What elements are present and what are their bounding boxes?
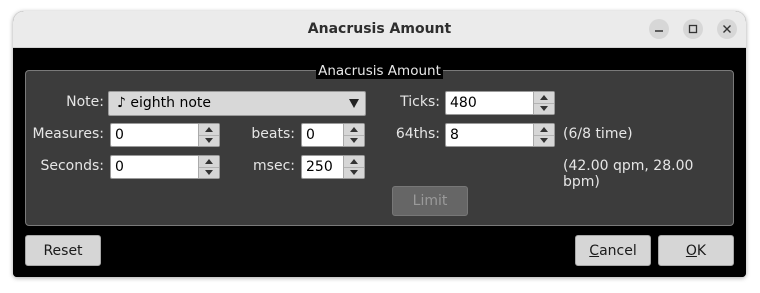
ticks-value: 480 [450,95,477,111]
group-legend-wrap: Anacrusis Amount [26,61,733,80]
spin-down-icon[interactable] [534,103,554,114]
time-signature-info: (6/8 time) [563,126,633,142]
note-value: ♪ eighth note [117,95,212,111]
msec-spinbox[interactable]: 250 [301,155,365,179]
minimize-icon [655,30,663,32]
group-legend: Anacrusis Amount [316,63,443,79]
beats-value: 0 [306,127,315,143]
beats-spin-buttons[interactable] [343,124,364,146]
window-title: Anacrusis Amount [307,21,452,37]
title-bar: Anacrusis Amount [13,11,746,48]
note-label: Note: [66,94,104,110]
beats-label: beats: [251,126,295,142]
dialog-window: Anacrusis Amount Anacrusis Amount Note: … [13,11,746,277]
close-icon [723,25,731,33]
measures-value: 0 [115,127,124,143]
spin-down-icon[interactable] [534,135,554,146]
dropdown-arrow-icon [349,99,359,108]
cancel-mnemonic: C [589,242,600,259]
spin-down-icon[interactable] [199,167,219,178]
dialog-body: Anacrusis Amount Note: ♪ eighth note Tic… [13,48,746,277]
limit-button[interactable]: Limit [392,186,468,216]
sixtyfourths-label: 64ths: [395,126,440,142]
anacrusis-group: Anacrusis Amount Note: ♪ eighth note Tic… [25,63,734,226]
cancel-button[interactable]: Cancel [575,235,651,266]
sixtyfourths-spin-buttons[interactable] [533,124,554,146]
ticks-label: Ticks: [400,94,440,110]
seconds-spin-buttons[interactable] [198,156,219,178]
measures-spin-buttons[interactable] [198,124,219,146]
measures-spinbox[interactable]: 0 [110,123,220,147]
ok-label-rest: K [696,242,707,259]
maximize-button[interactable] [683,19,703,39]
seconds-value: 0 [115,159,124,175]
measures-label: Measures: [32,126,104,142]
spin-down-icon[interactable] [199,135,219,146]
minimize-button[interactable] [649,19,669,39]
maximize-icon [688,24,698,34]
msec-label: msec: [253,158,295,174]
ticks-spinbox[interactable]: 480 [445,91,555,115]
sixtyfourths-spinbox[interactable]: 8 [445,123,555,147]
ticks-spin-buttons[interactable] [533,92,554,114]
sixtyfourths-value: 8 [450,127,459,143]
reset-button[interactable]: Reset [25,235,101,266]
spin-down-icon[interactable] [344,167,364,178]
spin-down-icon[interactable] [344,135,364,146]
ok-button[interactable]: OK [658,235,734,266]
msec-value: 250 [306,159,333,175]
seconds-label: Seconds: [40,158,104,174]
note-combo[interactable]: ♪ eighth note [108,91,366,116]
ok-mnemonic: O [685,242,697,259]
beats-spinbox[interactable]: 0 [301,123,365,147]
cancel-label-rest: ancel [599,242,637,259]
tempo-info: (42.00 qpm, 28.00 bpm) [563,158,694,190]
msec-spin-buttons[interactable] [343,156,364,178]
seconds-spinbox[interactable]: 0 [110,155,220,179]
close-button[interactable] [717,19,737,39]
